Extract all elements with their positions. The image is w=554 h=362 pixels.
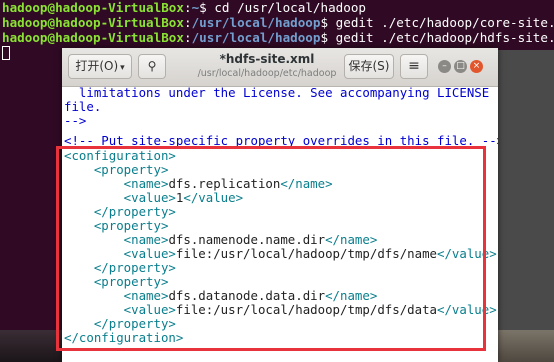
save-button[interactable]: 保存(S)	[344, 54, 394, 79]
prompt-user: hadoop@hadoop-VirtualBox	[2, 30, 184, 45]
background-window-corner	[498, 330, 554, 362]
comment-line: limitations under the License. See accom…	[64, 87, 490, 100]
close-button[interactable]: ×	[470, 60, 483, 73]
maximize-button[interactable]: □	[454, 60, 467, 73]
prompt-separator: :	[183, 0, 192, 15]
prompt-path: /usr/local/hadoop	[191, 30, 321, 45]
new-tab-button[interactable]: ⚲	[138, 54, 166, 79]
terminal-line: hadoop@hadoop-VirtualBox:~$ cd /usr/loca…	[2, 0, 366, 16]
close-icon: ×	[472, 61, 481, 71]
terminal-command: $ gedit ./etc/hadoop/core-site.xml	[320, 15, 554, 30]
terminal-command: $ cd /usr/local/hadoop	[199, 0, 366, 15]
maximize-icon: □	[456, 61, 465, 71]
background-window-corner	[0, 330, 62, 362]
header-bar: 打开(O) ▾ ⚲ *hdfs-site.xml /usr/local/hadoo…	[62, 48, 498, 87]
window-title: *hdfs-site.xml /usr/local/hadoop/etc/had…	[192, 51, 342, 81]
comment-line: file.	[64, 99, 102, 114]
prompt-path: /usr/local/hadoop	[191, 15, 321, 30]
prompt-separator: :	[183, 15, 192, 30]
terminal-line: hadoop@hadoop-VirtualBox:/usr/local/hado…	[2, 15, 554, 31]
prompt-user: hadoop@hadoop-VirtualBox	[2, 0, 184, 15]
terminal-command: $ gedit ./etc/hadoop/hdfs-site.xml	[320, 30, 554, 45]
minimize-button[interactable]: –	[438, 60, 451, 73]
save-button-label: 保存(S)	[348, 59, 390, 73]
terminal-cursor	[2, 46, 10, 60]
prompt-user: hadoop@hadoop-VirtualBox	[2, 15, 184, 30]
highlight-annotation-box	[56, 146, 486, 351]
open-button-label: 打开(O)	[75, 59, 119, 73]
chevron-down-icon: ▾	[120, 63, 125, 73]
hamburger-menu-button[interactable]: ≡	[400, 54, 428, 79]
document-path: /usr/local/hadoop/etc/hadoop	[197, 68, 337, 79]
background-window	[498, 50, 554, 362]
open-button[interactable]: 打开(O) ▾	[68, 54, 132, 79]
document-icon: ⚲	[147, 59, 157, 73]
terminal-line: hadoop@hadoop-VirtualBox:/usr/local/hado…	[2, 30, 554, 46]
comment-line: -->	[64, 113, 87, 128]
minimize-icon: –	[442, 61, 447, 71]
prompt-separator: :	[183, 30, 192, 45]
document-title: *hdfs-site.xml	[219, 52, 315, 66]
hamburger-icon: ≡	[408, 58, 420, 74]
